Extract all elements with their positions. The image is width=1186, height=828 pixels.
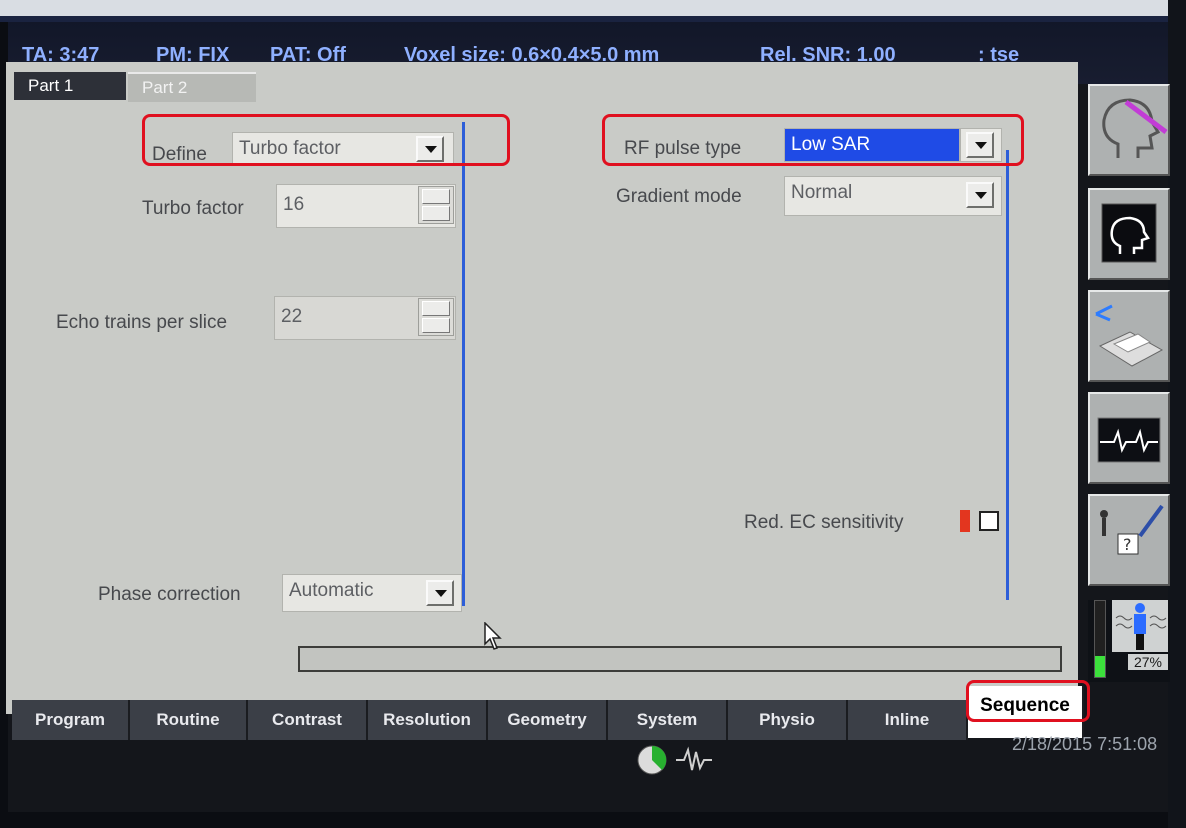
sar-level-icon [1112, 600, 1168, 652]
patient-table-icon [1095, 304, 1164, 367]
turbo-factor-stepper[interactable] [418, 186, 454, 224]
progress-clock-icon [637, 745, 667, 775]
monitor-bezel-top [0, 0, 1186, 22]
tab-routine[interactable]: Routine [130, 700, 248, 740]
column-divider [462, 122, 465, 606]
signal-waveform-icon [676, 746, 712, 771]
annotation-rf-pulse [602, 114, 1024, 166]
tab-system[interactable]: System [608, 700, 728, 740]
tab-contrast[interactable]: Contrast [248, 700, 368, 740]
progress-bar [298, 646, 1062, 672]
annotation-define [142, 114, 510, 166]
phase-dropdown-chevron-icon[interactable] [426, 580, 454, 606]
sar-percent: 27% [1128, 654, 1168, 670]
svg-text:?: ? [1123, 535, 1132, 554]
footer-status-icons [637, 745, 712, 775]
ecg-monitor-icon [1097, 417, 1161, 463]
phase-correction-label: Phase correction [98, 584, 241, 605]
stepper-down-icon[interactable] [422, 206, 450, 221]
tab-program[interactable]: Program [12, 700, 130, 740]
stepper-down-icon[interactable] [422, 318, 450, 333]
datetime-readout: 2/18/2015 7:51:08 [1012, 734, 1158, 754]
turbo-factor-value: 16 [283, 194, 305, 215]
ecg-button[interactable] [1088, 392, 1170, 484]
head-view-icon [1101, 203, 1157, 263]
tab-inline[interactable]: Inline [848, 700, 968, 740]
patient-help-button[interactable]: ? [1088, 494, 1170, 586]
sar-level-fill [1095, 656, 1105, 677]
echo-trains-stepper[interactable] [418, 298, 454, 336]
stepper-up-icon[interactable] [422, 301, 450, 316]
mouse-pointer-icon [484, 622, 502, 650]
echo-trains-label: Echo trains per slice [56, 312, 228, 333]
tab-part-1[interactable]: Part 1 [14, 72, 126, 100]
tab-physio[interactable]: Physio [728, 700, 848, 740]
red-ec-checkbox[interactable] [979, 511, 999, 531]
gradient-mode-label: Gradient mode [616, 186, 742, 207]
tab-geometry[interactable]: Geometry [488, 700, 608, 740]
patient-table-button[interactable] [1088, 290, 1170, 382]
gradient-dropdown-chevron-icon[interactable] [966, 182, 994, 208]
head-view-button[interactable] [1088, 188, 1170, 280]
red-ec-indicator [960, 510, 970, 532]
head-localizer-icon [1102, 98, 1168, 158]
head-localizer-button[interactable] [1088, 84, 1170, 176]
phase-correction-value: Automatic [289, 580, 374, 601]
patient-help-icon: ? [1100, 504, 1164, 555]
annotation-sequence-tab [966, 680, 1090, 722]
red-ec-label: Red. EC sensitivity [744, 512, 904, 533]
right-divider [1006, 150, 1009, 600]
gradient-mode-value: Normal [791, 182, 853, 203]
monitor-bezel-right [1168, 0, 1186, 828]
echo-trains-value: 22 [281, 306, 303, 327]
tab-part-2[interactable]: Part 2 [128, 72, 256, 102]
turbo-factor-label: Turbo factor [142, 198, 244, 219]
stepper-up-icon[interactable] [422, 189, 450, 204]
tab-resolution[interactable]: Resolution [368, 700, 488, 740]
